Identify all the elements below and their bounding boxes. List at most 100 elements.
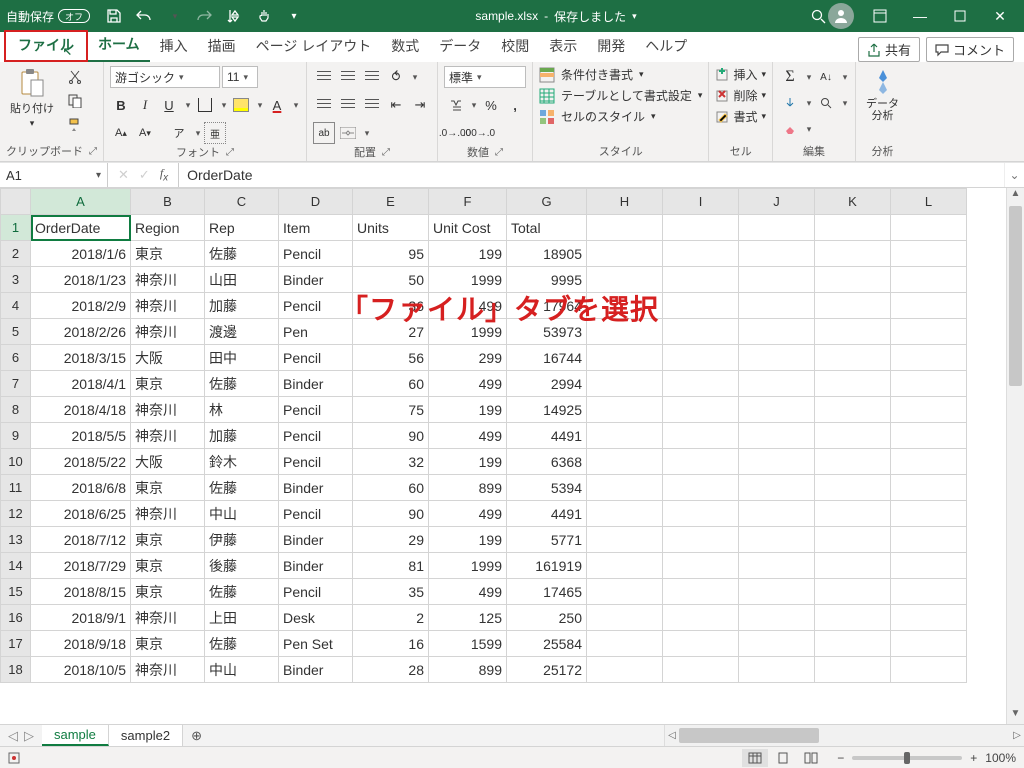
cell[interactable] bbox=[891, 579, 967, 605]
cell[interactable] bbox=[891, 397, 967, 423]
cell[interactable] bbox=[587, 553, 663, 579]
cell[interactable] bbox=[587, 423, 663, 449]
cell[interactable]: 50 bbox=[353, 267, 429, 293]
fill-dropdown2-icon[interactable] bbox=[803, 92, 813, 114]
format-cells-button[interactable]: 書式▾ bbox=[715, 108, 766, 125]
formula-bar-input[interactable]: OrderDate bbox=[179, 163, 1004, 187]
cell[interactable] bbox=[739, 475, 815, 501]
cell[interactable]: 中山 bbox=[205, 657, 279, 683]
tab-data[interactable]: データ bbox=[429, 32, 491, 62]
cell[interactable]: 林 bbox=[205, 397, 279, 423]
cell[interactable] bbox=[663, 267, 739, 293]
cell[interactable] bbox=[815, 345, 891, 371]
tab-page-layout[interactable]: ページ レイアウト bbox=[246, 32, 382, 62]
cell[interactable] bbox=[815, 501, 891, 527]
cell[interactable] bbox=[891, 449, 967, 475]
cell[interactable]: Pencil bbox=[279, 397, 353, 423]
cell[interactable] bbox=[663, 319, 739, 345]
cell[interactable]: Binder bbox=[279, 657, 353, 683]
vertical-scrollbar[interactable]: ▲ ▼ bbox=[1006, 188, 1024, 724]
formula-bar-expand-icon[interactable]: ⌄ bbox=[1004, 163, 1024, 187]
column-header[interactable]: F bbox=[429, 189, 507, 215]
cell[interactable] bbox=[739, 605, 815, 631]
hscroll-left-icon[interactable]: ◁ bbox=[665, 730, 679, 741]
row-header[interactable]: 16 bbox=[1, 605, 31, 631]
cell[interactable] bbox=[891, 553, 967, 579]
cell[interactable]: 2018/1/23 bbox=[31, 267, 131, 293]
view-page-layout-icon[interactable] bbox=[770, 749, 796, 767]
cell[interactable]: 2018/7/29 bbox=[31, 553, 131, 579]
cell[interactable]: 東京 bbox=[131, 553, 205, 579]
autosum-icon[interactable]: Σ bbox=[779, 66, 801, 88]
cell[interactable]: Pencil bbox=[279, 293, 353, 319]
cell[interactable]: Binder bbox=[279, 553, 353, 579]
cell[interactable] bbox=[815, 215, 891, 241]
scroll-down-icon[interactable]: ▼ bbox=[1007, 708, 1024, 724]
cell[interactable] bbox=[663, 605, 739, 631]
zoom-level[interactable]: 100% bbox=[985, 751, 1016, 765]
sheet-tab-1[interactable]: sample bbox=[42, 725, 109, 746]
border-icon[interactable] bbox=[194, 94, 216, 116]
sheet-nav-prev-icon[interactable]: ◁ bbox=[8, 728, 18, 744]
clear-icon[interactable] bbox=[779, 118, 801, 140]
cancel-edit-icon[interactable]: ✕ bbox=[118, 167, 129, 183]
tab-developer[interactable]: 開発 bbox=[587, 32, 635, 62]
cell[interactable]: 2018/6/25 bbox=[31, 501, 131, 527]
cell[interactable]: 2 bbox=[353, 605, 429, 631]
cell[interactable]: 81 bbox=[353, 553, 429, 579]
cell[interactable] bbox=[815, 423, 891, 449]
cell[interactable]: 35 bbox=[353, 579, 429, 605]
cell[interactable] bbox=[815, 657, 891, 683]
horizontal-scrollbar[interactable]: ◁ ▷ bbox=[664, 725, 1024, 746]
cell[interactable] bbox=[815, 527, 891, 553]
accounting-dropdown-icon[interactable] bbox=[468, 94, 478, 116]
underline-icon[interactable]: U bbox=[158, 94, 180, 116]
account-avatar[interactable] bbox=[828, 3, 854, 29]
cell[interactable] bbox=[587, 657, 663, 683]
share-button[interactable]: 共有 bbox=[858, 37, 920, 62]
cell[interactable]: 東京 bbox=[131, 579, 205, 605]
cell[interactable]: 佐藤 bbox=[205, 241, 279, 267]
cell[interactable] bbox=[739, 293, 815, 319]
cell[interactable]: Pencil bbox=[279, 423, 353, 449]
cell[interactable] bbox=[815, 605, 891, 631]
cell[interactable]: 田中 bbox=[205, 345, 279, 371]
format-as-table-button[interactable]: テーブルとして書式設定▾ bbox=[539, 87, 702, 104]
cell[interactable]: 2018/10/5 bbox=[31, 657, 131, 683]
minimize-icon[interactable]: — bbox=[902, 2, 938, 30]
autosave-toggle[interactable]: 自動保存 オフ bbox=[6, 8, 90, 25]
align-top-icon[interactable] bbox=[313, 66, 335, 88]
cell[interactable] bbox=[815, 553, 891, 579]
cell[interactable]: 16 bbox=[353, 631, 429, 657]
cell[interactable]: 25172 bbox=[507, 657, 587, 683]
cell[interactable] bbox=[739, 345, 815, 371]
cell[interactable] bbox=[739, 449, 815, 475]
cell[interactable] bbox=[663, 579, 739, 605]
tab-insert[interactable]: 挿入 bbox=[150, 32, 198, 62]
cell[interactable]: 199 bbox=[429, 449, 507, 475]
cell[interactable]: 95 bbox=[353, 241, 429, 267]
row-header[interactable]: 8 bbox=[1, 397, 31, 423]
cell[interactable] bbox=[663, 527, 739, 553]
tab-help[interactable]: ヘルプ bbox=[635, 32, 697, 62]
accounting-format-icon[interactable] bbox=[444, 94, 466, 116]
hscroll-right-icon[interactable]: ▷ bbox=[1010, 730, 1024, 741]
fill-color-icon[interactable] bbox=[230, 94, 252, 116]
tab-file[interactable]: ファイル ↖ bbox=[4, 30, 88, 62]
cell[interactable]: 125 bbox=[429, 605, 507, 631]
cell[interactable] bbox=[587, 527, 663, 553]
cell[interactable] bbox=[663, 397, 739, 423]
cell[interactable] bbox=[587, 319, 663, 345]
cell[interactable]: 神奈川 bbox=[131, 319, 205, 345]
cell[interactable]: 60 bbox=[353, 475, 429, 501]
column-header[interactable]: D bbox=[279, 189, 353, 215]
cell[interactable] bbox=[587, 501, 663, 527]
find-icon[interactable] bbox=[815, 92, 837, 114]
cell[interactable]: Pen Set bbox=[279, 631, 353, 657]
cell[interactable] bbox=[739, 215, 815, 241]
cell[interactable]: Rep bbox=[205, 215, 279, 241]
format-painter-icon[interactable] bbox=[64, 114, 86, 136]
clear-dropdown-icon[interactable] bbox=[803, 118, 813, 140]
tab-formulas[interactable]: 数式 bbox=[381, 32, 429, 62]
undo-icon[interactable] bbox=[134, 6, 154, 26]
